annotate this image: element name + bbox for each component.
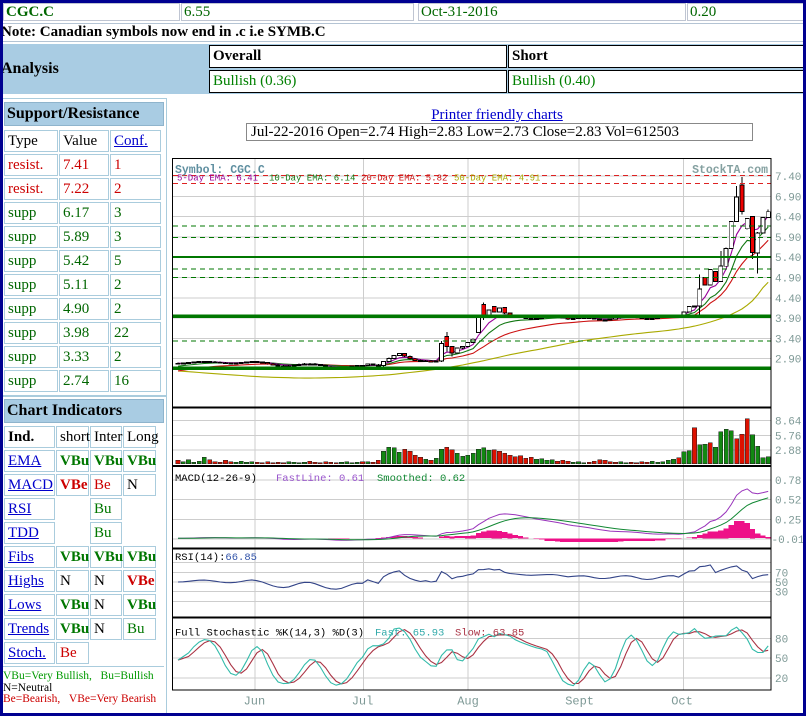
svg-text:2.90: 2.90: [775, 355, 801, 367]
svg-text:Sept: Sept: [565, 695, 594, 709]
svg-text:30: 30: [775, 588, 788, 600]
svg-text:RSI(14):66.85: RSI(14):66.85: [175, 552, 257, 564]
svg-text:10-Day EMA: 6.14: 10-Day EMA: 6.14: [269, 174, 355, 184]
svg-text:Full Stochastic %K(14,3) %D(3): Full Stochastic %K(14,3) %D(3): [175, 628, 364, 640]
svg-text:8.64: 8.64: [775, 417, 802, 429]
svg-text:StockTA.com: StockTA.com: [692, 164, 768, 177]
svg-text:0.25: 0.25: [775, 516, 801, 528]
svg-text:6.90: 6.90: [775, 192, 801, 204]
svg-text:MACD(12-26-9): MACD(12-26-9): [175, 473, 257, 485]
svg-text:5.90: 5.90: [775, 233, 801, 245]
svg-text:Oct: Oct: [671, 695, 693, 709]
svg-text:0.52: 0.52: [775, 495, 801, 507]
svg-text:Jul: Jul: [352, 695, 374, 709]
svg-text:Fast: 65.93: Fast: 65.93: [375, 628, 444, 640]
svg-text:3.90: 3.90: [775, 314, 801, 326]
svg-text:80: 80: [775, 634, 788, 646]
svg-text:Smoothed: 0.62: Smoothed: 0.62: [377, 473, 465, 485]
svg-text:50-Day EMA: 4.91: 50-Day EMA: 4.91: [454, 174, 540, 184]
svg-text:20-Day EMA: 5.82: 20-Day EMA: 5.82: [361, 174, 447, 184]
svg-text:7.40: 7.40: [775, 172, 801, 184]
svg-text:3.40: 3.40: [775, 334, 801, 346]
svg-text:FastLine: 0.61: FastLine: 0.61: [276, 473, 364, 485]
svg-text:5.40: 5.40: [775, 253, 801, 265]
svg-text:5.76: 5.76: [775, 431, 801, 443]
svg-text:6.40: 6.40: [775, 213, 801, 225]
svg-text:50: 50: [775, 654, 788, 666]
svg-text:Slow: 63.85: Slow: 63.85: [455, 628, 524, 640]
svg-text:5-Day EMA: 6.41: 5-Day EMA: 6.41: [177, 174, 258, 184]
svg-text:20: 20: [775, 674, 788, 686]
svg-text:2.88: 2.88: [775, 446, 801, 458]
svg-text:Jun: Jun: [244, 695, 266, 709]
svg-text:-0.01: -0.01: [772, 535, 805, 547]
svg-text:Aug: Aug: [457, 695, 479, 709]
svg-text:4.90: 4.90: [775, 274, 801, 286]
svg-text:0.78: 0.78: [775, 476, 801, 488]
svg-text:4.40: 4.40: [775, 294, 801, 306]
